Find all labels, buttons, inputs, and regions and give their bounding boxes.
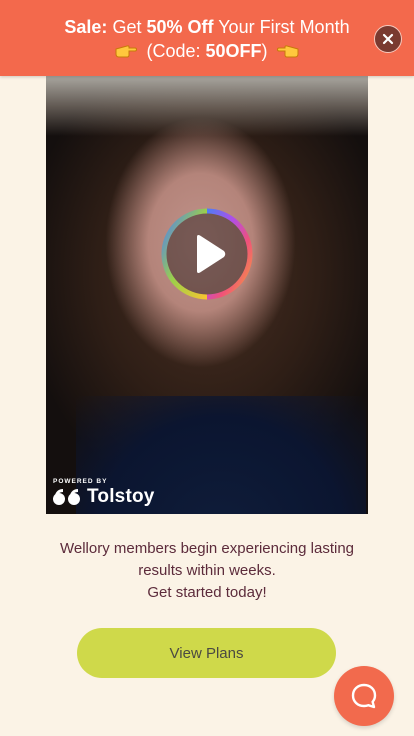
chat-launcher-button[interactable] (334, 666, 394, 726)
video-player[interactable]: POWERED BY Tolstoy (46, 76, 368, 514)
close-banner-button[interactable] (374, 25, 402, 53)
caption-line-1: Wellory members begin experiencing lasti… (59, 540, 355, 557)
tolstoy-logo-icon (53, 489, 80, 505)
view-plans-button[interactable]: View Plans (77, 628, 336, 678)
tolstoy-watermark: POWERED BY Tolstoy (52, 478, 155, 508)
play-icon (161, 208, 253, 300)
promo-discount: 50% Off (146, 17, 214, 37)
code-suffix: ) (261, 41, 268, 61)
tolstoy-brand: Tolstoy (87, 486, 155, 507)
play-button[interactable] (160, 207, 254, 301)
pointing-left-icon (276, 41, 299, 63)
code-prefix: (Code: (146, 41, 201, 61)
promo-get-text: Get (112, 17, 142, 37)
caption-line-2: results within weeks. (138, 562, 276, 579)
promo-line-2: (Code: 50OFF) (0, 40, 414, 63)
close-icon (382, 33, 394, 45)
promo-rest-text: Your First Month (218, 17, 350, 37)
caption-line-3: Get started today! (147, 584, 267, 601)
pointing-right-icon (115, 41, 138, 63)
promo-line-1: Sale: Get 50% Off Your First Month (0, 16, 414, 38)
promo-code: 50OFF (205, 41, 262, 61)
promo-banner: Sale: Get 50% Off Your First Month (Code… (0, 0, 414, 76)
video-background (46, 76, 368, 136)
chat-bubble-icon (351, 683, 377, 709)
view-plans-label: View Plans (169, 644, 244, 662)
sale-label: Sale: (64, 17, 108, 37)
video-caption: Wellory members begin experiencing lasti… (0, 538, 414, 604)
powered-by-label: POWERED BY (53, 478, 108, 485)
